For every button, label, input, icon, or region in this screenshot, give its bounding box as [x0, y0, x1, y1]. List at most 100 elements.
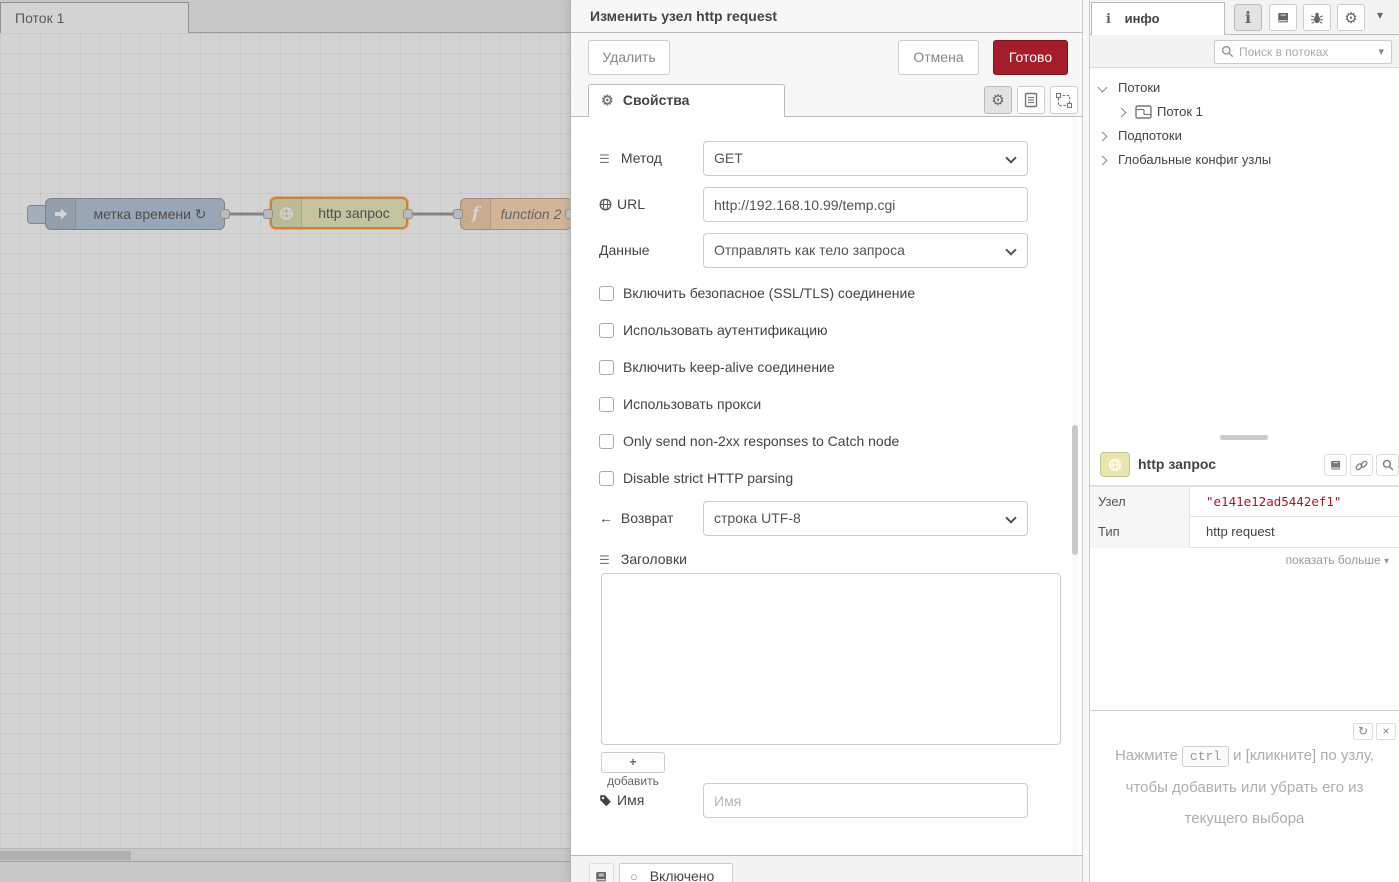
done-button[interactable]: Готово — [993, 40, 1068, 75]
payload-label: Данные — [599, 233, 650, 267]
arrow-left-icon: ← — [599, 501, 617, 535]
editor-shade-overlay — [0, 0, 570, 882]
chevron-down-icon — [1005, 152, 1016, 163]
return-select[interactable]: строка UTF-8 — [703, 501, 1028, 536]
dialog-toolbar: Удалить Отмена Готово — [571, 33, 1082, 83]
checkbox-box[interactable] — [599, 323, 614, 338]
delete-button[interactable]: Удалить — [588, 40, 670, 75]
name-input[interactable] — [703, 783, 1028, 818]
node-id-value: "e141e12ad5442ef1" — [1190, 487, 1399, 518]
tree-item-subflows[interactable]: Подпотоки — [1090, 124, 1399, 148]
refresh-icon: ↻ — [1358, 724, 1368, 738]
dialog-scrollbar-thumb[interactable] — [1072, 425, 1078, 555]
copy-link-button[interactable] — [1350, 454, 1373, 476]
table-row-node-id: Узел "e141e12ad5442ef1" — [1090, 486, 1399, 517]
checkbox-strict-parsing[interactable]: Disable strict HTTP parsing — [599, 468, 793, 488]
properties-tab-button[interactable]: ⚙ — [984, 86, 1012, 114]
info-sidebar: i инфо i — [1090, 0, 1399, 882]
appearance-tab-button[interactable] — [1050, 86, 1078, 114]
node-help-button[interactable] — [1324, 454, 1347, 476]
add-header-button[interactable]: + добавить — [601, 752, 665, 773]
dialog-footer: ○ Включено — [571, 855, 1082, 882]
close-tip-button[interactable]: × — [1376, 723, 1396, 740]
tree-item-flows[interactable]: Потоки — [1090, 76, 1399, 100]
checkbox-non2xx[interactable]: Only send non-2xx responses to Catch nod… — [599, 431, 899, 451]
splitter-handle[interactable] — [1220, 435, 1268, 440]
checkbox-box[interactable] — [599, 360, 614, 375]
headers-list-editor[interactable] — [601, 573, 1061, 745]
checkbox-tls[interactable]: Включить безопасное (SSL/TLS) соединение — [599, 283, 915, 303]
url-input[interactable] — [703, 187, 1028, 222]
node-type-value: http request — [1190, 517, 1399, 548]
list-icon: ☰ — [599, 550, 617, 570]
chevron-down-icon — [1005, 244, 1016, 255]
headers-label: ☰ Заголовки — [599, 549, 687, 569]
plus-icon: + — [629, 755, 636, 769]
sidebar-resize-gutter[interactable] — [1082, 0, 1090, 882]
search-input[interactable]: Поиск в потоках ▾ — [1214, 40, 1392, 64]
search-icon — [1221, 45, 1234, 58]
method-label: ☰ Метод — [599, 141, 662, 175]
checkbox-box[interactable] — [599, 397, 614, 412]
node-info-header: http запрос — [1090, 444, 1399, 486]
tab-properties[interactable]: ⚙ Свойства — [588, 84, 785, 117]
search-placeholder: Поиск в потоках — [1239, 45, 1328, 59]
chevron-right-icon — [1098, 156, 1108, 166]
flow-icon — [1135, 105, 1152, 119]
checkbox-keepalive[interactable]: Включить keep-alive соединение — [599, 357, 835, 377]
node-info-title: http запрос — [1138, 456, 1216, 472]
selection-tip-panel: ↻ × Нажмитеctrlи [кликните] по узлу, что… — [1090, 710, 1399, 882]
tasks-icon: ☰ — [599, 142, 617, 176]
gear-icon: ⚙ — [601, 85, 619, 116]
document-icon — [1024, 92, 1038, 108]
show-more-link[interactable]: показать больше ▾ — [1090, 553, 1399, 573]
tree-item-flow1[interactable]: Поток 1 — [1090, 100, 1399, 124]
chevron-right-icon — [1098, 132, 1108, 142]
tab-info[interactable]: i инфо — [1091, 2, 1225, 35]
search-options-caret[interactable]: ▾ — [1378, 41, 1384, 63]
node-enabled-toggle[interactable]: ○ Включено — [619, 863, 733, 882]
gear-icon: ⚙ — [1344, 9, 1357, 27]
return-label: ← Возврат — [599, 501, 673, 535]
info-icon: i — [1245, 8, 1251, 27]
dialog-scrollbar[interactable] — [1072, 117, 1078, 855]
payload-select[interactable]: Отправлять как тело запроса — [703, 233, 1028, 268]
chevron-down-icon — [1098, 83, 1108, 93]
checkbox-auth[interactable]: Использовать аутентификацию — [599, 320, 828, 340]
dialog-form: ☰ Метод GET URL — [571, 117, 1083, 855]
sidebar-splitter[interactable] — [1090, 430, 1399, 444]
tip-line-1: Нажмитеctrlи [кликните] по узлу, — [1090, 747, 1399, 764]
table-row-node-type: Тип http request — [1090, 517, 1399, 548]
checkbox-box[interactable] — [599, 286, 614, 301]
name-row: Имя — [571, 783, 1083, 817]
refresh-tip-button[interactable]: ↻ — [1353, 723, 1373, 740]
chevron-down-icon — [1005, 512, 1016, 523]
sidebar-info-button[interactable]: i — [1234, 4, 1262, 31]
book-icon — [1330, 459, 1342, 471]
method-row: ☰ Метод GET — [571, 141, 1083, 175]
link-icon — [1355, 459, 1368, 472]
circle-icon: ○ — [630, 869, 638, 882]
node-id-key: Узел — [1090, 487, 1190, 518]
sidebar-debug-button[interactable] — [1303, 4, 1331, 31]
method-select[interactable]: GET — [703, 141, 1028, 176]
book-icon — [595, 870, 608, 882]
ctrl-key: ctrl — [1182, 746, 1229, 767]
sidebar-tab-list-caret[interactable]: ▾ — [1377, 8, 1383, 22]
tip-line-3: текущего выбора — [1090, 810, 1399, 827]
sidebar-help-button[interactable] — [1269, 4, 1297, 31]
cancel-button[interactable]: Отмена — [898, 40, 979, 75]
dialog-title: Изменить узел http request — [571, 0, 1082, 33]
sidebar-config-button[interactable]: ⚙ — [1337, 4, 1365, 31]
node-red-editor: Поток 1 метка времени ↻ — [0, 0, 1399, 882]
description-toggle-button[interactable] — [589, 863, 614, 882]
checkbox-box[interactable] — [599, 434, 614, 449]
checkbox-box[interactable] — [599, 471, 614, 486]
globe-icon — [599, 198, 612, 211]
find-node-button[interactable] — [1376, 454, 1399, 476]
tip-line-2: чтобы добавить или убрать его из — [1090, 779, 1399, 796]
checkbox-proxy[interactable]: Использовать прокси — [599, 394, 761, 414]
description-tab-button[interactable] — [1017, 86, 1045, 114]
tree-item-global-config[interactable]: Глобальные конфиг узлы — [1090, 148, 1399, 172]
name-label: Имя — [599, 783, 644, 817]
